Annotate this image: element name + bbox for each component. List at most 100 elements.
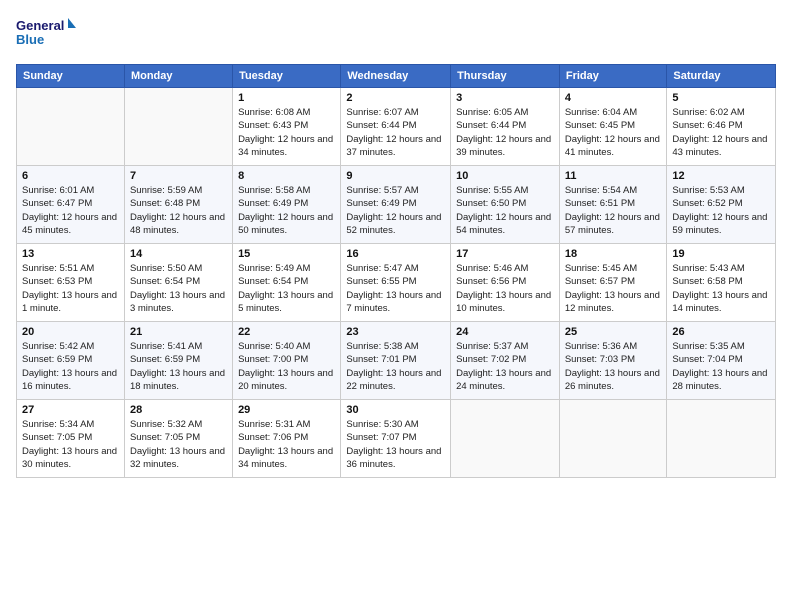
calendar-cell: 21 Sunrise: 5:41 AMSunset: 6:59 PMDaylig… — [124, 322, 232, 400]
day-number: 17 — [456, 248, 554, 260]
day-detail: Sunrise: 6:07 AMSunset: 6:44 PMDaylight:… — [346, 106, 445, 159]
day-number: 24 — [456, 326, 554, 338]
day-detail: Sunrise: 6:08 AMSunset: 6:43 PMDaylight:… — [238, 106, 335, 159]
calendar-cell: 17 Sunrise: 5:46 AMSunset: 6:56 PMDaylig… — [451, 244, 560, 322]
day-number: 12 — [672, 170, 770, 182]
day-detail: Sunrise: 5:59 AMSunset: 6:48 PMDaylight:… — [130, 184, 227, 237]
day-detail: Sunrise: 5:50 AMSunset: 6:54 PMDaylight:… — [130, 262, 227, 315]
calendar-body: 1 Sunrise: 6:08 AMSunset: 6:43 PMDayligh… — [17, 88, 776, 478]
calendar-cell: 22 Sunrise: 5:40 AMSunset: 7:00 PMDaylig… — [233, 322, 341, 400]
day-number: 16 — [346, 248, 445, 260]
calendar-cell: 16 Sunrise: 5:47 AMSunset: 6:55 PMDaylig… — [341, 244, 451, 322]
calendar-cell: 26 Sunrise: 5:35 AMSunset: 7:04 PMDaylig… — [667, 322, 776, 400]
day-number: 22 — [238, 326, 335, 338]
day-number: 2 — [346, 92, 445, 104]
day-number: 8 — [238, 170, 335, 182]
calendar-cell — [17, 88, 125, 166]
calendar-header-cell: Thursday — [451, 65, 560, 88]
day-detail: Sunrise: 5:45 AMSunset: 6:57 PMDaylight:… — [565, 262, 662, 315]
day-detail: Sunrise: 6:01 AMSunset: 6:47 PMDaylight:… — [22, 184, 119, 237]
svg-text:Blue: Blue — [16, 32, 44, 47]
day-detail: Sunrise: 5:35 AMSunset: 7:04 PMDaylight:… — [672, 340, 770, 393]
calendar-cell: 7 Sunrise: 5:59 AMSunset: 6:48 PMDayligh… — [124, 166, 232, 244]
day-number: 20 — [22, 326, 119, 338]
day-detail: Sunrise: 5:37 AMSunset: 7:02 PMDaylight:… — [456, 340, 554, 393]
calendar-header-cell: Wednesday — [341, 65, 451, 88]
logo: General Blue — [16, 16, 76, 52]
svg-text:General: General — [16, 18, 64, 33]
calendar-cell — [124, 88, 232, 166]
calendar-cell: 23 Sunrise: 5:38 AMSunset: 7:01 PMDaylig… — [341, 322, 451, 400]
calendar-cell: 8 Sunrise: 5:58 AMSunset: 6:49 PMDayligh… — [233, 166, 341, 244]
day-detail: Sunrise: 5:36 AMSunset: 7:03 PMDaylight:… — [565, 340, 662, 393]
calendar-cell — [451, 400, 560, 478]
day-number: 1 — [238, 92, 335, 104]
day-number: 29 — [238, 404, 335, 416]
day-number: 19 — [672, 248, 770, 260]
day-detail: Sunrise: 5:32 AMSunset: 7:05 PMDaylight:… — [130, 418, 227, 471]
day-detail: Sunrise: 5:41 AMSunset: 6:59 PMDaylight:… — [130, 340, 227, 393]
calendar-cell: 25 Sunrise: 5:36 AMSunset: 7:03 PMDaylig… — [559, 322, 667, 400]
day-detail: Sunrise: 5:47 AMSunset: 6:55 PMDaylight:… — [346, 262, 445, 315]
calendar-cell: 1 Sunrise: 6:08 AMSunset: 6:43 PMDayligh… — [233, 88, 341, 166]
day-number: 9 — [346, 170, 445, 182]
calendar-week-row: 6 Sunrise: 6:01 AMSunset: 6:47 PMDayligh… — [17, 166, 776, 244]
logo-svg: General Blue — [16, 16, 76, 52]
day-detail: Sunrise: 5:55 AMSunset: 6:50 PMDaylight:… — [456, 184, 554, 237]
day-number: 5 — [672, 92, 770, 104]
calendar-cell: 24 Sunrise: 5:37 AMSunset: 7:02 PMDaylig… — [451, 322, 560, 400]
day-detail: Sunrise: 5:54 AMSunset: 6:51 PMDaylight:… — [565, 184, 662, 237]
calendar-cell: 14 Sunrise: 5:50 AMSunset: 6:54 PMDaylig… — [124, 244, 232, 322]
calendar-week-row: 1 Sunrise: 6:08 AMSunset: 6:43 PMDayligh… — [17, 88, 776, 166]
day-number: 7 — [130, 170, 227, 182]
day-number: 11 — [565, 170, 662, 182]
day-number: 3 — [456, 92, 554, 104]
day-number: 13 — [22, 248, 119, 260]
calendar-cell: 5 Sunrise: 6:02 AMSunset: 6:46 PMDayligh… — [667, 88, 776, 166]
day-detail: Sunrise: 5:42 AMSunset: 6:59 PMDaylight:… — [22, 340, 119, 393]
calendar-header-row: SundayMondayTuesdayWednesdayThursdayFrid… — [17, 65, 776, 88]
day-number: 21 — [130, 326, 227, 338]
calendar-table: SundayMondayTuesdayWednesdayThursdayFrid… — [16, 64, 776, 478]
day-detail: Sunrise: 6:05 AMSunset: 6:44 PMDaylight:… — [456, 106, 554, 159]
day-number: 18 — [565, 248, 662, 260]
calendar-week-row: 20 Sunrise: 5:42 AMSunset: 6:59 PMDaylig… — [17, 322, 776, 400]
calendar-cell: 20 Sunrise: 5:42 AMSunset: 6:59 PMDaylig… — [17, 322, 125, 400]
day-number: 30 — [346, 404, 445, 416]
day-detail: Sunrise: 5:57 AMSunset: 6:49 PMDaylight:… — [346, 184, 445, 237]
calendar-cell: 15 Sunrise: 5:49 AMSunset: 6:54 PMDaylig… — [233, 244, 341, 322]
page: General Blue SundayMondayTuesdayWednesda… — [0, 0, 792, 612]
day-detail: Sunrise: 5:43 AMSunset: 6:58 PMDaylight:… — [672, 262, 770, 315]
calendar-cell: 2 Sunrise: 6:07 AMSunset: 6:44 PMDayligh… — [341, 88, 451, 166]
day-number: 27 — [22, 404, 119, 416]
day-detail: Sunrise: 5:58 AMSunset: 6:49 PMDaylight:… — [238, 184, 335, 237]
day-number: 6 — [22, 170, 119, 182]
day-number: 14 — [130, 248, 227, 260]
day-detail: Sunrise: 5:51 AMSunset: 6:53 PMDaylight:… — [22, 262, 119, 315]
calendar-cell: 10 Sunrise: 5:55 AMSunset: 6:50 PMDaylig… — [451, 166, 560, 244]
day-detail: Sunrise: 5:40 AMSunset: 7:00 PMDaylight:… — [238, 340, 335, 393]
day-number: 10 — [456, 170, 554, 182]
day-number: 28 — [130, 404, 227, 416]
day-detail: Sunrise: 5:46 AMSunset: 6:56 PMDaylight:… — [456, 262, 554, 315]
day-detail: Sunrise: 5:53 AMSunset: 6:52 PMDaylight:… — [672, 184, 770, 237]
calendar-cell: 18 Sunrise: 5:45 AMSunset: 6:57 PMDaylig… — [559, 244, 667, 322]
calendar-cell: 9 Sunrise: 5:57 AMSunset: 6:49 PMDayligh… — [341, 166, 451, 244]
header: General Blue — [16, 16, 776, 52]
day-detail: Sunrise: 5:49 AMSunset: 6:54 PMDaylight:… — [238, 262, 335, 315]
calendar-header-cell: Friday — [559, 65, 667, 88]
calendar-header-cell: Saturday — [667, 65, 776, 88]
calendar-cell: 6 Sunrise: 6:01 AMSunset: 6:47 PMDayligh… — [17, 166, 125, 244]
day-detail: Sunrise: 5:38 AMSunset: 7:01 PMDaylight:… — [346, 340, 445, 393]
calendar-cell: 28 Sunrise: 5:32 AMSunset: 7:05 PMDaylig… — [124, 400, 232, 478]
day-detail: Sunrise: 5:31 AMSunset: 7:06 PMDaylight:… — [238, 418, 335, 471]
day-number: 26 — [672, 326, 770, 338]
calendar-cell: 3 Sunrise: 6:05 AMSunset: 6:44 PMDayligh… — [451, 88, 560, 166]
calendar-cell: 19 Sunrise: 5:43 AMSunset: 6:58 PMDaylig… — [667, 244, 776, 322]
calendar-cell — [559, 400, 667, 478]
calendar-cell — [667, 400, 776, 478]
day-number: 15 — [238, 248, 335, 260]
day-detail: Sunrise: 6:02 AMSunset: 6:46 PMDaylight:… — [672, 106, 770, 159]
calendar-header-cell: Sunday — [17, 65, 125, 88]
day-number: 25 — [565, 326, 662, 338]
